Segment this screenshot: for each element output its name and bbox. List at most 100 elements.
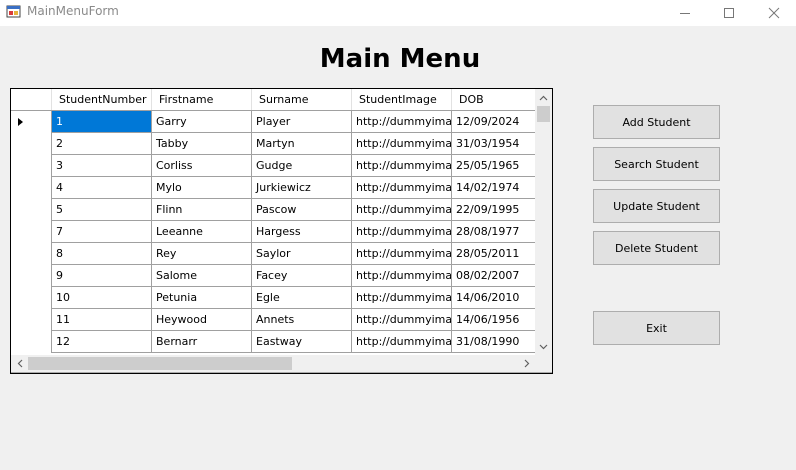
cell-dob[interactable]: 12/09/2024 [452, 111, 535, 132]
vertical-scroll-thumb[interactable] [537, 106, 550, 122]
cell-firstname[interactable]: Mylo [152, 177, 252, 198]
column-header-studentimage[interactable]: StudentImage [352, 89, 452, 110]
cell-dob[interactable]: 28/08/1977 [452, 221, 535, 242]
cell-studentnumber[interactable]: 1 [52, 111, 152, 132]
cell-surname[interactable]: Egle [252, 287, 352, 308]
cell-studentimage[interactable]: http://dummyima... [352, 199, 452, 220]
cell-studentimage[interactable]: http://dummyima... [352, 177, 452, 198]
cell-firstname[interactable]: Corliss [152, 155, 252, 176]
row-header[interactable] [11, 331, 52, 353]
cell-surname[interactable]: Facey [252, 265, 352, 286]
cell-firstname[interactable]: Flinn [152, 199, 252, 220]
cell-firstname[interactable]: Tabby [152, 133, 252, 154]
cell-studentimage[interactable]: http://dummyima... [352, 309, 452, 330]
close-button[interactable] [751, 0, 796, 26]
row-header[interactable] [11, 199, 52, 221]
cell-surname[interactable]: Martyn [252, 133, 352, 154]
cell-dob[interactable]: 28/05/2011 [452, 243, 535, 264]
cell-dob[interactable]: 08/02/2007 [452, 265, 535, 286]
table-row[interactable]: 5 Flinn Pascow http://dummyima... 22/09/1995 [11, 199, 535, 221]
cell-surname[interactable]: Player [252, 111, 352, 132]
cell-dob[interactable]: 22/09/1995 [452, 199, 535, 220]
cell-surname[interactable]: Hargess [252, 221, 352, 242]
scroll-up-icon[interactable] [535, 89, 552, 106]
cell-firstname[interactable]: Heywood [152, 309, 252, 330]
cell-firstname[interactable]: Leeanne [152, 221, 252, 242]
cell-surname[interactable]: Saylor [252, 243, 352, 264]
table-row[interactable]: 1 Garry Player http://dummyima... 12/09/2024 [11, 111, 535, 133]
search-student-button[interactable]: Search Student [593, 147, 720, 181]
table-row[interactable]: 4 Mylo Jurkiewicz http://dummyima... 14/02/1… [11, 177, 535, 199]
window-title: MainMenuForm [27, 4, 119, 18]
cell-studentimage[interactable]: http://dummyima... [352, 331, 452, 352]
scroll-left-icon[interactable] [11, 355, 28, 372]
cell-studentnumber[interactable]: 7 [52, 221, 152, 242]
cell-firstname[interactable]: Petunia [152, 287, 252, 308]
cell-studentnumber[interactable]: 10 [52, 287, 152, 308]
horizontal-scrollbar[interactable] [11, 355, 535, 372]
exit-button[interactable]: Exit [593, 311, 720, 345]
column-header-dob[interactable]: DOB [452, 89, 535, 110]
cell-dob[interactable]: 14/02/1974 [452, 177, 535, 198]
cell-firstname[interactable]: Rey [152, 243, 252, 264]
table-row[interactable]: 2 Tabby Martyn http://dummyima... 31/03/1954 [11, 133, 535, 155]
row-header[interactable] [11, 133, 52, 155]
cell-studentnumber[interactable]: 8 [52, 243, 152, 264]
cell-studentimage[interactable]: http://dummyima... [352, 287, 452, 308]
cell-surname[interactable]: Eastway [252, 331, 352, 352]
table-row[interactable]: 10 Petunia Egle http://dummyima... 14/06/201… [11, 287, 535, 309]
scroll-down-icon[interactable] [535, 338, 552, 355]
cell-studentnumber[interactable]: 12 [52, 331, 152, 352]
cell-surname[interactable]: Pascow [252, 199, 352, 220]
maximize-button[interactable] [706, 0, 752, 26]
cell-studentimage[interactable]: http://dummyima... [352, 221, 452, 242]
table-row[interactable]: 12 Bernarr Eastway http://dummyima... 31/08/… [11, 331, 535, 353]
row-header[interactable] [11, 309, 52, 331]
cell-surname[interactable]: Annets [252, 309, 352, 330]
column-header-surname[interactable]: Surname [252, 89, 352, 110]
cell-firstname[interactable]: Bernarr [152, 331, 252, 352]
row-header[interactable] [11, 287, 52, 309]
cell-studentimage[interactable]: http://dummyima... [352, 155, 452, 176]
column-header-studentnumber[interactable]: StudentNumber [52, 89, 152, 110]
cell-studentimage[interactable]: http://dummyima... [352, 111, 452, 132]
horizontal-scroll-thumb[interactable] [28, 357, 292, 370]
cell-studentimage[interactable]: http://dummyima... [352, 243, 452, 264]
cell-dob[interactable]: 25/05/1965 [452, 155, 535, 176]
table-row[interactable]: 3 Corliss Gudge http://dummyima... 25/05/196… [11, 155, 535, 177]
cell-dob[interactable]: 31/03/1954 [452, 133, 535, 154]
minimize-button[interactable] [662, 0, 708, 26]
cell-firstname[interactable]: Garry [152, 111, 252, 132]
row-header[interactable] [11, 111, 52, 133]
cell-studentnumber[interactable]: 3 [52, 155, 152, 176]
cell-studentnumber[interactable]: 2 [52, 133, 152, 154]
row-header[interactable] [11, 243, 52, 265]
cell-studentimage[interactable]: http://dummyima... [352, 265, 452, 286]
vertical-scrollbar[interactable] [535, 89, 552, 355]
table-row[interactable]: 11 Heywood Annets http://dummyima... 14/06/1… [11, 309, 535, 331]
student-data-grid[interactable]: StudentNumber Firstname Surname StudentI… [10, 88, 553, 374]
cell-surname[interactable]: Gudge [252, 155, 352, 176]
row-header[interactable] [11, 155, 52, 177]
cell-dob[interactable]: 14/06/1956 [452, 309, 535, 330]
scroll-right-icon[interactable] [518, 355, 535, 372]
add-student-button[interactable]: Add Student [593, 105, 720, 139]
row-header[interactable] [11, 177, 52, 199]
row-header[interactable] [11, 265, 52, 287]
cell-studentnumber[interactable]: 4 [52, 177, 152, 198]
cell-studentnumber[interactable]: 11 [52, 309, 152, 330]
cell-studentnumber[interactable]: 9 [52, 265, 152, 286]
table-row[interactable]: 9 Salome Facey http://dummyima... 08/02/2007 [11, 265, 535, 287]
column-header-firstname[interactable]: Firstname [152, 89, 252, 110]
update-student-button[interactable]: Update Student [593, 189, 720, 223]
table-row[interactable]: 8 Rey Saylor http://dummyima... 28/05/2011 [11, 243, 535, 265]
cell-studentnumber[interactable]: 5 [52, 199, 152, 220]
table-row[interactable]: 7 Leeanne Hargess http://dummyima... 28/08/1… [11, 221, 535, 243]
delete-student-button[interactable]: Delete Student [593, 231, 720, 265]
cell-surname[interactable]: Jurkiewicz [252, 177, 352, 198]
row-header[interactable] [11, 221, 52, 243]
cell-dob[interactable]: 14/06/2010 [452, 287, 535, 308]
cell-firstname[interactable]: Salome [152, 265, 252, 286]
cell-dob[interactable]: 31/08/1990 [452, 331, 535, 352]
cell-studentimage[interactable]: http://dummyima... [352, 133, 452, 154]
